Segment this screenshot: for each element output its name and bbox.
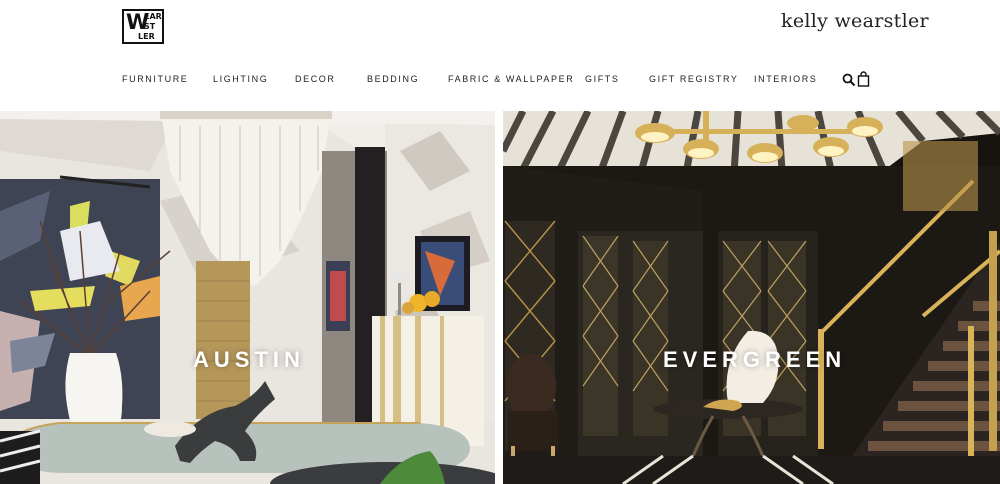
nav-item-bedding[interactable]: BEDDING (367, 74, 419, 84)
evergreen-project-panel[interactable]: EVERGREEN (503, 111, 1000, 484)
search-icon[interactable] (842, 73, 856, 87)
logo-letters-ear: EAR (144, 12, 162, 21)
site-header: W EAR ST LER kelly wearstler FURNITURE L… (0, 0, 1000, 111)
shopping-bag-icon[interactable] (857, 71, 870, 87)
nav-item-gifts[interactable]: GIFTS (585, 74, 620, 84)
nav-item-interiors[interactable]: INTERIORS (754, 74, 817, 84)
logo-letters-st: ST (144, 22, 156, 31)
logo-letters-ler: LER (138, 32, 155, 41)
austin-interior-image (0, 111, 495, 484)
evergreen-interior-image (503, 111, 1000, 484)
nav-item-lighting[interactable]: LIGHTING (213, 74, 268, 84)
panel-divider (495, 111, 503, 484)
nav-item-gift-registry[interactable]: GIFT REGISTRY (649, 74, 738, 84)
austin-title[interactable]: AUSTIN (193, 347, 305, 373)
nav-item-decor[interactable]: DECOR (295, 74, 336, 84)
brand-logo-mark[interactable]: W EAR ST LER (122, 9, 164, 44)
nav-item-fabric-wallpaper[interactable]: FABRIC & WALLPAPER (448, 74, 574, 84)
evergreen-title[interactable]: EVERGREEN (663, 347, 846, 373)
austin-project-panel[interactable]: AUSTIN (0, 111, 495, 484)
nav-item-furniture[interactable]: FURNITURE (122, 74, 188, 84)
brand-wordmark[interactable]: kelly wearstler (781, 10, 929, 32)
